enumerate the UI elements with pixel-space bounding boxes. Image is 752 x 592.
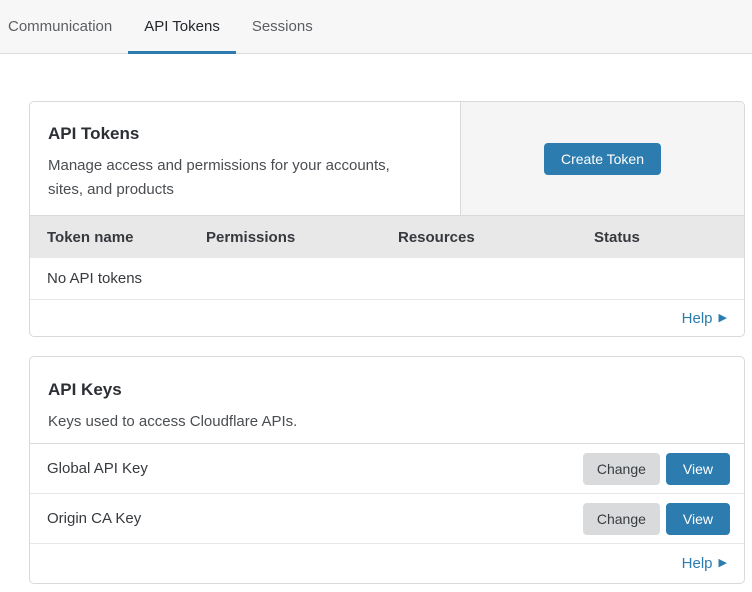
tokens-empty-message: No API tokens bbox=[47, 270, 142, 287]
tab-api-tokens[interactable]: API Tokens bbox=[128, 0, 236, 53]
api-key-row-global: Global API Key Change View bbox=[30, 444, 744, 494]
tokens-col-header-resources: Resources bbox=[381, 229, 577, 246]
api-tokens-header-text: API Tokens Manage access and permissions… bbox=[30, 102, 460, 215]
api-keys-card-header: API Keys Keys used to access Cloudflare … bbox=[30, 357, 744, 444]
global-api-key-change-button[interactable]: Change bbox=[583, 453, 660, 485]
help-arrow-icon: ▶ bbox=[719, 313, 727, 324]
api-tokens-description: Manage access and permissions for your a… bbox=[48, 154, 420, 202]
help-arrow-icon: ▶ bbox=[719, 558, 727, 569]
api-key-name-global: Global API Key bbox=[47, 460, 583, 477]
api-tokens-card-header: API Tokens Manage access and permissions… bbox=[30, 102, 744, 216]
tab-sessions[interactable]: Sessions bbox=[236, 0, 329, 53]
api-tokens-help-label: Help bbox=[682, 310, 713, 327]
api-keys-description: Keys used to access Cloudflare APIs. bbox=[48, 410, 420, 434]
tab-communication[interactable]: Communication bbox=[8, 0, 128, 53]
origin-ca-key-change-button[interactable]: Change bbox=[583, 503, 660, 535]
tokens-col-header-permissions: Permissions bbox=[189, 229, 381, 246]
create-token-button[interactable]: Create Token bbox=[544, 143, 661, 175]
main-content: API Tokens Manage access and permissions… bbox=[29, 101, 745, 584]
global-api-key-view-button[interactable]: View bbox=[666, 453, 730, 485]
api-tokens-help-link[interactable]: Help ▶ bbox=[682, 310, 727, 327]
tokens-table-header-row: Token name Permissions Resources Status bbox=[30, 216, 744, 258]
tokens-col-header-status: Status bbox=[577, 229, 744, 246]
origin-ca-key-view-button[interactable]: View bbox=[666, 503, 730, 535]
api-keys-title: API Keys bbox=[48, 378, 726, 402]
api-keys-card: API Keys Keys used to access Cloudflare … bbox=[29, 356, 745, 584]
api-keys-card-footer: Help ▶ bbox=[30, 544, 744, 583]
api-tokens-header-action-area: Create Token bbox=[460, 102, 744, 215]
api-tokens-card-footer: Help ▶ bbox=[30, 300, 744, 336]
tokens-col-header-token-name: Token name bbox=[30, 229, 189, 246]
api-tokens-title: API Tokens bbox=[48, 122, 442, 146]
api-keys-help-label: Help bbox=[682, 555, 713, 572]
api-key-row-origin-ca: Origin CA Key Change View bbox=[30, 494, 744, 544]
api-key-name-origin-ca: Origin CA Key bbox=[47, 510, 583, 527]
tokens-empty-row: No API tokens bbox=[30, 258, 744, 300]
api-keys-help-link[interactable]: Help ▶ bbox=[682, 555, 727, 572]
api-tokens-card: API Tokens Manage access and permissions… bbox=[29, 101, 745, 337]
tab-bar: Communication API Tokens Sessions bbox=[0, 0, 752, 54]
